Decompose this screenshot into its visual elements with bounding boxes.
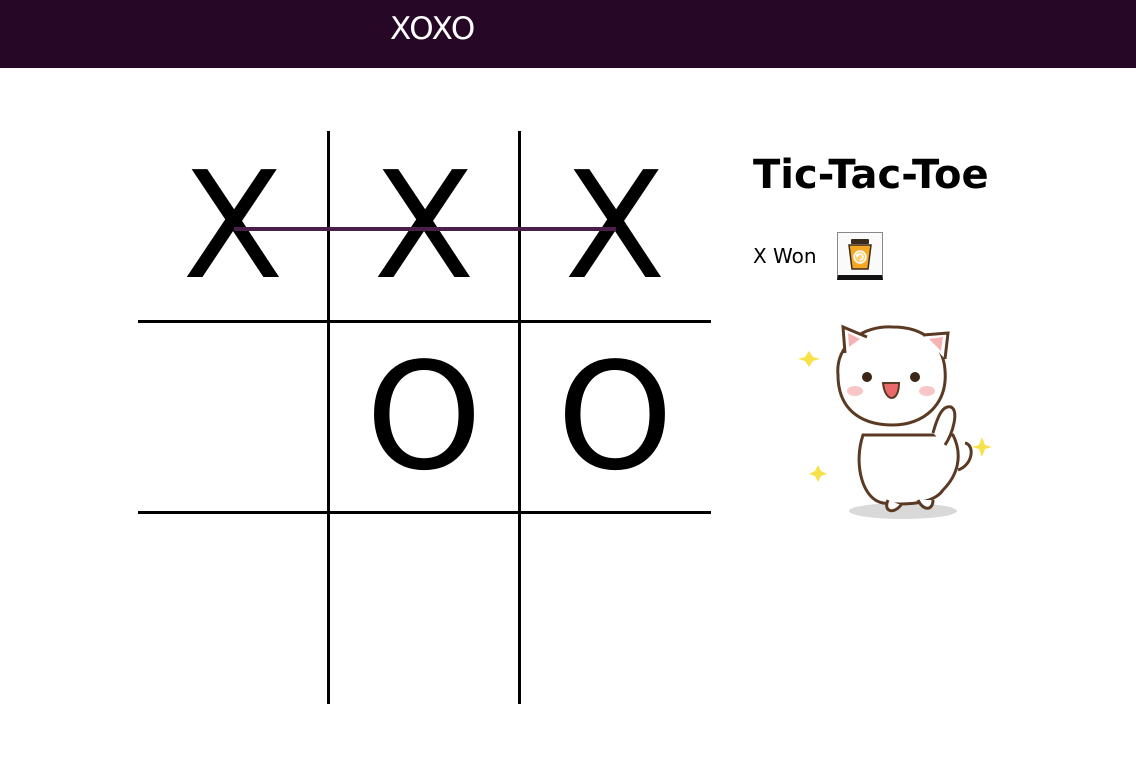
- board-cell-0[interactable]: X: [138, 131, 328, 321]
- cup-refresh-icon: [847, 239, 872, 270]
- board-cell-8[interactable]: [520, 513, 710, 703]
- winning-strike-line: [234, 227, 616, 231]
- board-cell-6[interactable]: [138, 513, 328, 703]
- game-title: Tic-Tac-Toe: [753, 152, 989, 198]
- info-panel: Tic-Tac-Toe X Won: [753, 150, 1113, 519]
- board-cell-5[interactable]: O: [520, 322, 710, 512]
- game-status: X Won: [753, 244, 817, 268]
- top-bar: XOXO: [0, 0, 1136, 68]
- cat-dancing-sticker: [798, 324, 992, 519]
- app-title: XOXO: [390, 11, 476, 47]
- status-row: X Won: [753, 232, 883, 280]
- board-cell-2[interactable]: X: [520, 131, 710, 321]
- board-cell-3[interactable]: [138, 322, 328, 512]
- board-cell-4[interactable]: O: [329, 322, 519, 512]
- board-cell-1[interactable]: X: [329, 131, 519, 321]
- game-board: X X X O O: [138, 131, 711, 704]
- board-cell-7[interactable]: [329, 513, 519, 703]
- reset-button[interactable]: [836, 232, 883, 280]
